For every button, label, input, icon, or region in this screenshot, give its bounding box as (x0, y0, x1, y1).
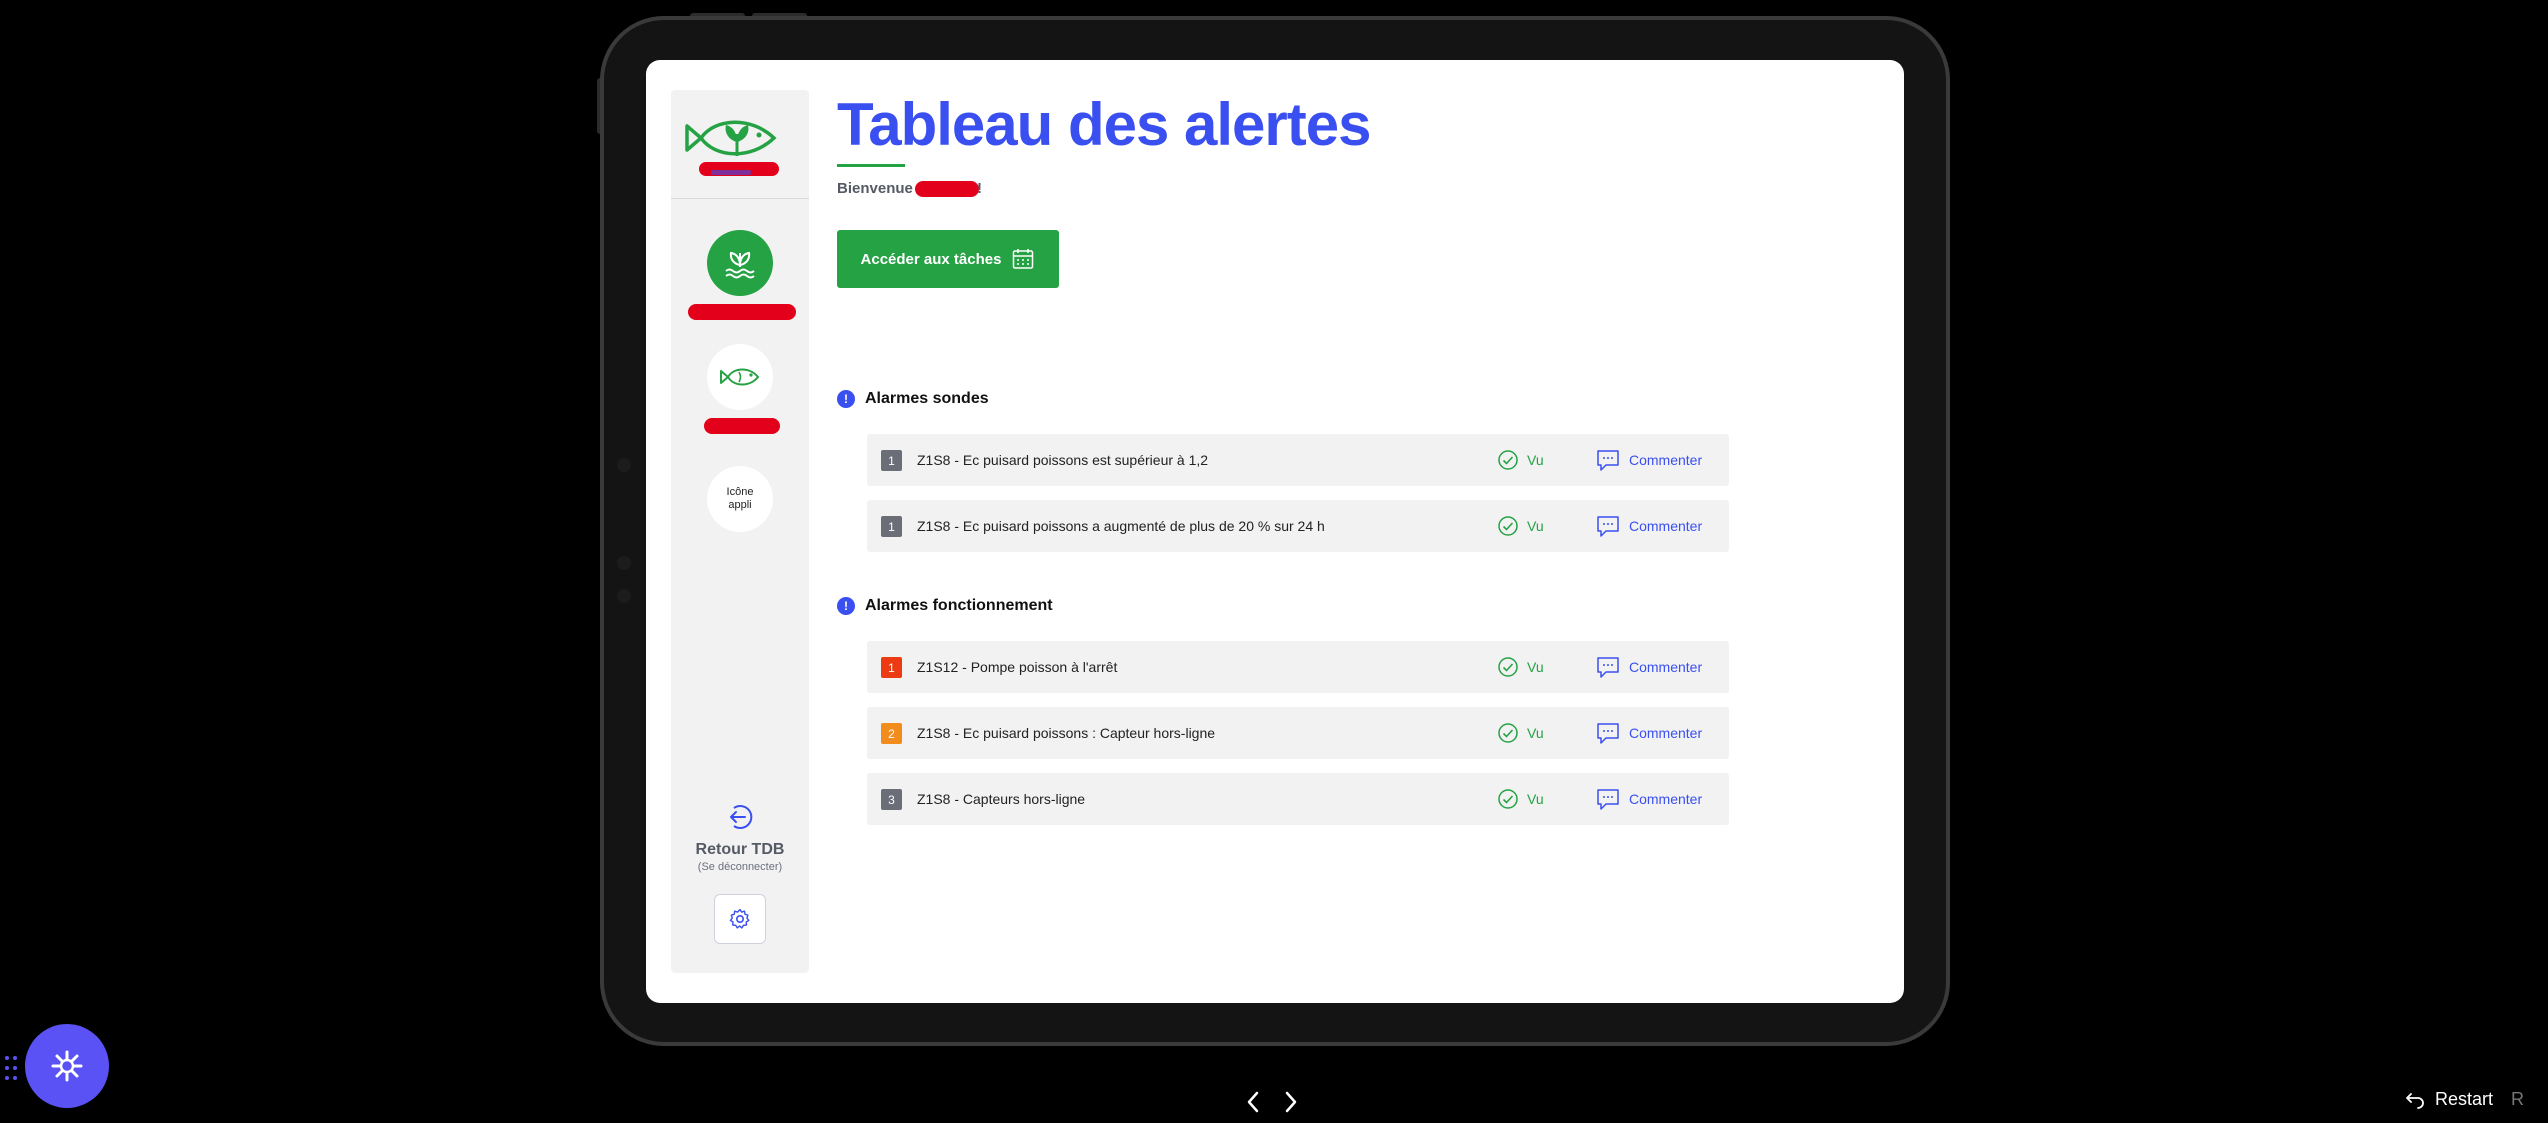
title-underline (837, 164, 905, 167)
sparkle-icon (51, 1050, 83, 1082)
device-camera-dot (617, 458, 631, 472)
comment-button[interactable]: Commenter (1595, 447, 1702, 473)
plant-water-icon (725, 251, 755, 279)
redacted-username (915, 181, 980, 198)
alarm-text: Z1S8 - Ec puisard poissons a augmenté de… (917, 518, 1325, 534)
assistant-fab-button[interactable] (25, 1024, 109, 1108)
alarm-row: 3 Z1S8 - Capteurs hors-ligne Vu Commente… (867, 773, 1729, 825)
comment-icon (1597, 723, 1619, 744)
app-screen: Icône appli Retour TDB (Se déconnecter) … (646, 60, 1904, 1003)
app-icon-label: Icône appli (726, 486, 754, 511)
comment-label: Commenter (1629, 725, 1703, 741)
slide-navigation (1245, 1090, 1299, 1114)
seen-label: Vu (1527, 452, 1544, 468)
undo-arrow-icon (2406, 1092, 2424, 1109)
comment-label: Commenter (1629, 452, 1703, 468)
section-operation-alarms: ! Alarmes fonctionnement (837, 597, 1053, 615)
comment-label: Commenter (1629, 791, 1703, 807)
alarm-row: 1 Z1S12 - Pompe poisson à l'arrêt Vu Com… (867, 641, 1729, 693)
seen-label: Vu (1527, 725, 1544, 741)
welcome-prefix: Bienvenue (837, 180, 913, 197)
restart-button[interactable]: Restart R (2405, 1089, 2524, 1110)
comment-button[interactable]: Commenter (1595, 720, 1702, 746)
seen-label: Vu (1527, 518, 1544, 534)
fish-nav-button[interactable] (707, 344, 773, 410)
priority-badge: 2 (881, 723, 902, 744)
aquaponics-nav-button[interactable] (707, 230, 773, 296)
comment-button[interactable]: Commenter (1595, 654, 1702, 680)
info-icon: ! (837, 597, 855, 615)
calendar-icon (1013, 249, 1034, 269)
section-title: Alarmes sondes (865, 390, 989, 407)
seen-button[interactable]: Vu (1497, 722, 1544, 744)
brand-logo[interactable] (671, 90, 809, 198)
comment-icon (1597, 789, 1619, 810)
seen-button[interactable]: Vu (1497, 656, 1544, 678)
comment-label: Commenter (1629, 659, 1703, 675)
settings-button[interactable] (714, 894, 766, 944)
restart-shortcut-key: R (2511, 1089, 2525, 1109)
comment-icon (1597, 450, 1619, 471)
alarm-text: Z1S12 - Pompe poisson à l'arrêt (917, 659, 1118, 675)
logout-button[interactable]: Retour TDB (Se déconnecter) (671, 802, 809, 873)
section-probe-alarms: ! Alarmes sondes (837, 390, 989, 408)
access-tasks-button[interactable]: Accéder aux tâches (837, 230, 1059, 288)
welcome-suffix: ! (977, 180, 983, 197)
fish-icon (720, 368, 760, 386)
access-tasks-label: Accéder aux tâches (860, 250, 1002, 268)
welcome-message: Bienvenue ! (837, 180, 983, 198)
comment-icon (1597, 657, 1619, 678)
seen-label: Vu (1527, 791, 1544, 807)
check-circle-icon (1498, 450, 1518, 470)
alarm-text: Z1S8 - Capteurs hors-ligne (917, 791, 1086, 807)
sidebar: Icône appli Retour TDB (Se déconnecter) (671, 90, 809, 973)
logout-arrow-icon (730, 805, 753, 829)
comment-button[interactable]: Commenter (1595, 786, 1702, 812)
chevron-left-icon[interactable] (1245, 1090, 1261, 1114)
alarm-text: Z1S8 - Ec puisard poissons est supérieur… (917, 452, 1209, 468)
check-circle-icon (1498, 657, 1518, 677)
check-circle-icon (1498, 516, 1518, 536)
priority-badge: 1 (881, 516, 902, 537)
priority-badge: 1 (881, 450, 902, 471)
priority-badge: 3 (881, 789, 902, 810)
seen-button[interactable]: Vu (1497, 515, 1544, 537)
priority-badge: 1 (881, 657, 902, 678)
app-nav-button[interactable]: Icône appli (707, 466, 773, 532)
info-icon: ! (837, 390, 855, 408)
drag-handle-icon[interactable] (3, 1054, 19, 1082)
check-circle-icon (1498, 723, 1518, 743)
device-camera-dot (617, 589, 631, 603)
alarm-row: 1 Z1S8 - Ec puisard poissons est supérie… (867, 434, 1729, 486)
restart-label: Restart (2435, 1089, 2494, 1109)
redacted-label (688, 304, 796, 320)
logout-title: Retour TDB (695, 841, 785, 858)
main-content: Tableau des alertes Bienvenue ! Accéder … (837, 60, 1904, 1003)
alarm-row: 2 Z1S8 - Ec puisard poissons : Capteur h… (867, 707, 1729, 759)
seen-label: Vu (1527, 659, 1544, 675)
comment-icon (1597, 516, 1619, 537)
check-circle-icon (1498, 789, 1518, 809)
redacted-label (704, 418, 780, 434)
section-title: Alarmes fonctionnement (865, 597, 1053, 614)
comment-label: Commenter (1629, 518, 1703, 534)
alarm-text: Z1S8 - Ec puisard poissons : Capteur hor… (917, 725, 1216, 741)
alarm-row: 1 Z1S8 - Ec puisard poissons a augmenté … (867, 500, 1729, 552)
logout-subtitle: (Se déconnecter) (697, 861, 783, 873)
seen-button[interactable]: Vu (1497, 449, 1544, 471)
chevron-right-icon[interactable] (1283, 1090, 1299, 1114)
seen-button[interactable]: Vu (1497, 788, 1544, 810)
fish-plant-logo-icon (685, 120, 779, 176)
device-camera-dot (617, 556, 631, 570)
gear-icon (729, 908, 750, 929)
comment-button[interactable]: Commenter (1595, 513, 1702, 539)
page-title: Tableau des alertes (837, 91, 1371, 158)
sidebar-divider (671, 198, 809, 199)
